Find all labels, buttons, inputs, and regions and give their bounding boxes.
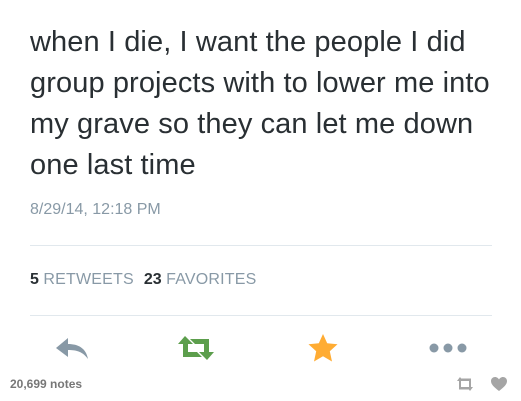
heart-icon xyxy=(491,377,507,391)
reblog-button[interactable] xyxy=(456,376,474,392)
notes-count[interactable]: 20,699 notes xyxy=(10,377,82,391)
retweets-stat[interactable]: 5 RETWEETS xyxy=(30,271,134,289)
retweet-button[interactable] xyxy=(176,334,216,362)
reply-button[interactable] xyxy=(54,334,90,362)
reply-arrow-icon xyxy=(56,338,88,359)
favorite-button[interactable] xyxy=(306,334,340,362)
retweets-label: RETWEETS xyxy=(43,271,134,288)
retweet-icon xyxy=(178,336,214,360)
divider xyxy=(30,315,492,316)
favorites-count: 23 xyxy=(143,271,162,288)
tweet-timestamp[interactable]: 8/29/14, 12:18 PM xyxy=(30,201,161,219)
retweets-count: 5 xyxy=(30,271,39,288)
favorites-stat[interactable]: 23 FAVORITES xyxy=(144,271,257,289)
star-icon xyxy=(308,334,338,362)
divider xyxy=(30,245,492,246)
ellipsis-icon xyxy=(429,343,467,353)
like-button[interactable] xyxy=(490,376,508,392)
favorites-label: FAVORITES xyxy=(166,271,257,288)
tweet-stats: 5 RETWEETS 23 FAVORITES xyxy=(30,271,257,289)
reblog-icon xyxy=(457,377,473,391)
more-button[interactable] xyxy=(428,334,468,362)
tweet-text: when I die, I want the people I did grou… xyxy=(30,26,490,181)
